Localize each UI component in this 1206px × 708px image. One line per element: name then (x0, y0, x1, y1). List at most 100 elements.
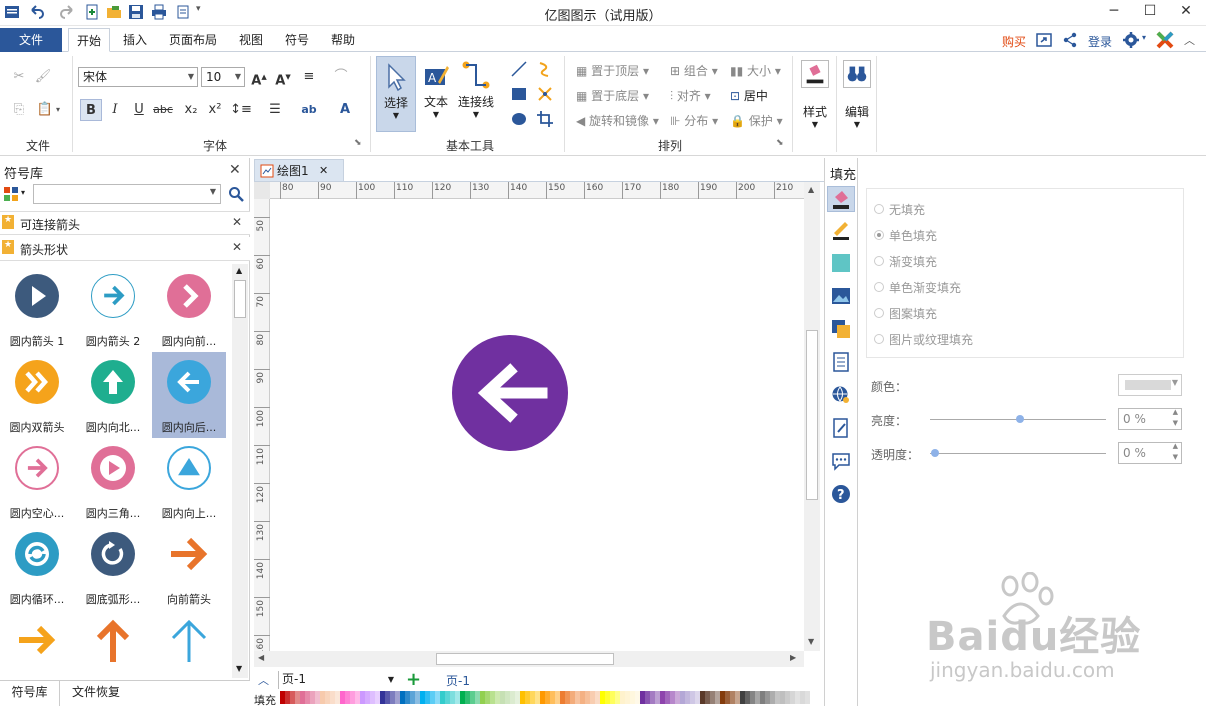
bold-button[interactable]: B (80, 99, 102, 121)
minimize-button[interactable]: ─ (1096, 0, 1132, 24)
shape-circle-triangle[interactable]: 圆内三角... (76, 438, 150, 524)
font-dialog-launcher-icon[interactable]: ⬊ (354, 138, 362, 148)
shape-circle-forward[interactable]: 圆内向前... (152, 266, 226, 352)
tab-symbol-library[interactable]: 符号库 (0, 681, 60, 706)
scroll-down-icon[interactable]: ▼ (808, 637, 814, 646)
shape-circle-arrow-2[interactable]: 圆内箭头 2 (76, 266, 150, 352)
paste-dropdown-icon[interactable]: ▾ (56, 105, 60, 114)
stepper-arrows-icon[interactable]: ▲ ▼ (1173, 441, 1178, 463)
close-window-button[interactable]: ✕ (1168, 0, 1204, 24)
shape-circle-up[interactable]: 圆内向上... (152, 438, 226, 524)
ellipse-tool-icon[interactable] (510, 110, 528, 128)
close-section-icon[interactable]: ✕ (232, 240, 242, 254)
login-link[interactable]: 登录 (1088, 33, 1112, 50)
line-spacing-icon[interactable]: ↕≡ (230, 99, 252, 121)
purple-circle-back-arrow-shape[interactable] (452, 335, 568, 451)
tab-insert[interactable]: 插入 (114, 28, 156, 52)
library-scrollbar[interactable]: ▲ ▼ (232, 264, 248, 678)
scroll-right-icon[interactable]: ▶ (790, 653, 796, 662)
font-family-select[interactable]: 宋体 ▼ (78, 67, 198, 87)
canvas-hscroll-thumb[interactable] (436, 653, 614, 665)
share-icon[interactable] (1062, 32, 1078, 48)
tab-file-recovery[interactable]: 文件恢复 (64, 681, 128, 706)
layers-icon[interactable] (831, 319, 851, 339)
color-picker[interactable]: ▼ (1118, 374, 1182, 396)
distribute-button[interactable]: ⊪ 分布 ▾ (670, 112, 718, 129)
scroll-left-icon[interactable]: ◀ (258, 653, 264, 662)
add-page-icon[interactable]: + (406, 669, 421, 690)
orange-chevron-arrow-icon[interactable] (15, 618, 59, 662)
group-button[interactable]: ⊞ 组合 ▾ (670, 62, 718, 79)
library-section-arrow-shapes[interactable]: ★ 箭头形状 ✕ (0, 237, 250, 261)
transparency-slider-track[interactable] (930, 453, 1106, 454)
increase-font-icon[interactable]: A▲ (248, 66, 270, 88)
crop-tool-icon[interactable] (536, 110, 554, 128)
send-back-button[interactable]: ▦ 置于底层 ▾ (576, 87, 649, 104)
text-tool-button[interactable]: A 文本 ▼ (418, 56, 454, 132)
tab-help[interactable]: 帮助 (322, 28, 364, 52)
canvas-vertical-scrollbar[interactable]: ▲ ▼ (804, 182, 820, 651)
comment-icon[interactable] (831, 451, 851, 471)
tab-page-layout[interactable]: 页面布局 (162, 28, 224, 52)
shape-circle-back[interactable]: 圆内向后... (152, 352, 226, 438)
edit-button[interactable]: 编辑 ▼ (840, 58, 874, 142)
app-logo-icon[interactable] (1156, 31, 1174, 49)
strikethrough-button[interactable]: abc (152, 99, 174, 121)
scroll-up-icon[interactable]: ▲ (236, 266, 242, 275)
shape-circle-cycle[interactable]: 圆内循环... (0, 524, 74, 610)
line-style-icon[interactable] (831, 220, 851, 240)
transparency-slider-handle[interactable] (931, 449, 939, 457)
tab-view[interactable]: 视图 (230, 28, 272, 52)
radio-solid-fill[interactable] (874, 230, 884, 240)
subscript-button[interactable]: x₂ (180, 99, 202, 121)
bullets-icon[interactable]: ☰ (264, 99, 286, 121)
radio-gradient-fill[interactable] (874, 256, 884, 266)
library-search-input[interactable]: ▼ (33, 184, 221, 204)
close-document-icon[interactable]: ✕ (319, 160, 328, 182)
library-menu-dropdown-icon[interactable]: ▾ (21, 188, 25, 197)
tab-symbol[interactable]: 符号 (276, 28, 318, 52)
tab-home[interactable]: 开始 (68, 28, 110, 52)
connector-tool-button[interactable]: 连接线 ▼ (456, 56, 496, 132)
shape-circle-arc[interactable]: 圆底弧形... (76, 524, 150, 610)
underline-button[interactable]: U (128, 99, 150, 121)
scroll-down-icon[interactable]: ▼ (236, 664, 242, 673)
document-page-icon[interactable] (831, 352, 851, 372)
center-button[interactable]: ⊡ 居中 (730, 87, 768, 104)
shadow-square-icon[interactable] (831, 253, 851, 273)
image-icon[interactable] (831, 286, 851, 306)
cross-point-icon[interactable] (536, 85, 554, 103)
brightness-slider-handle[interactable] (1016, 415, 1024, 423)
library-scroll-thumb[interactable] (234, 280, 246, 318)
settings-dropdown-icon[interactable]: ▾ (1142, 33, 1146, 42)
style-button[interactable]: 样式 ▼ (798, 58, 832, 142)
rotate-mirror-button[interactable]: ◀ 旋转和镜像 ▾ (576, 112, 659, 129)
collapse-ribbon-icon[interactable]: ︿ (1184, 32, 1195, 48)
edit-note-icon[interactable] (831, 418, 851, 438)
shape-circle-north[interactable]: 圆内向北... (76, 352, 150, 438)
radio-no-fill[interactable] (874, 204, 884, 214)
help-icon[interactable]: ? (831, 484, 851, 504)
shape-circle-double-arrow[interactable]: 圆内双箭头 (0, 352, 74, 438)
font-color-icon[interactable]: A (334, 99, 356, 121)
align-button[interactable]: ⫶ 对齐 ▾ (670, 87, 711, 104)
current-page-tab[interactable]: 页-1 (446, 672, 470, 689)
canvas-horizontal-scrollbar[interactable]: ◀ ▶ (254, 651, 804, 667)
tab-file[interactable]: 文件 (0, 28, 62, 52)
buy-link[interactable]: 购买 (1002, 33, 1026, 50)
color-palette[interactable] (280, 690, 840, 706)
radio-pattern-fill[interactable] (874, 308, 884, 318)
copy-icon[interactable]: ⎘ (8, 99, 30, 121)
shape-forward-arrow[interactable]: 向前箭头 (152, 524, 226, 610)
arrange-dialog-launcher-icon[interactable]: ⬊ (776, 138, 784, 148)
share-window-icon[interactable] (1036, 32, 1052, 48)
close-library-icon[interactable]: ✕ (229, 162, 241, 178)
cut-icon[interactable]: ✂ (8, 66, 30, 88)
font-size-select[interactable]: 10 ▼ (201, 67, 245, 87)
radio-image-texture-fill[interactable] (874, 334, 884, 344)
select-tool-button[interactable]: 选择 ▼ (376, 56, 416, 132)
bring-front-button[interactable]: ▦ 置于顶层 ▾ (576, 62, 649, 79)
protect-button[interactable]: 🔒 保护 ▾ (730, 112, 783, 129)
curve-tool-icon[interactable] (536, 60, 554, 78)
paste-icon[interactable]: 📋 (34, 99, 56, 121)
